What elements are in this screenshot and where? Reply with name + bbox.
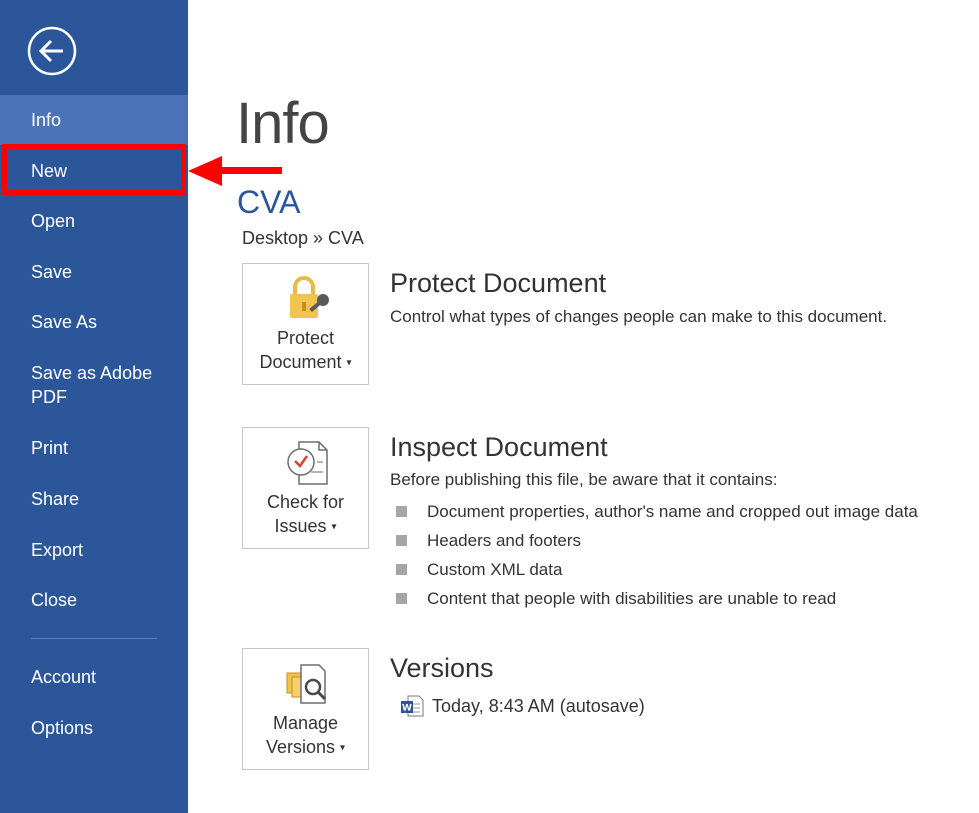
annotation-highlight-box bbox=[2, 144, 186, 195]
list-item: Document properties, author's name and c… bbox=[396, 497, 918, 526]
list-item: Headers and footers bbox=[396, 526, 918, 555]
inspect-label-line1: Check for bbox=[266, 492, 345, 512]
nav-options-label: Options bbox=[31, 718, 94, 738]
version-entry[interactable]: W Today, 8:43 AM (autosave) bbox=[400, 694, 645, 718]
nav-export[interactable]: Export bbox=[0, 525, 188, 575]
versions-label-line2-text: Versions bbox=[265, 737, 335, 757]
nav-print[interactable]: Print bbox=[0, 423, 188, 473]
document-name: CVA bbox=[237, 184, 301, 220]
list-item: Custom XML data bbox=[396, 555, 918, 584]
backstage-sidebar: Info New Open Save Save As Save as Adobe… bbox=[0, 0, 188, 813]
nav-options[interactable]: Options bbox=[0, 703, 188, 753]
versions-label-line1: Manage bbox=[272, 713, 339, 733]
caret-down-icon: ▾ bbox=[346, 357, 352, 369]
nav-save-label: Save bbox=[31, 262, 73, 282]
nav-save-as-adobe-pdf-label: Save as Adobe PDF bbox=[31, 363, 153, 407]
nav-save-as-label: Save As bbox=[31, 312, 98, 332]
nav-account[interactable]: Account bbox=[0, 652, 188, 702]
back-arrow-circle-icon bbox=[27, 26, 77, 76]
nav-save[interactable]: Save bbox=[0, 247, 188, 297]
nav-divider bbox=[31, 638, 157, 639]
protect-document-title: Protect Document bbox=[390, 268, 607, 298]
versions-title: Versions bbox=[390, 653, 494, 683]
nav-save-as-adobe-pdf[interactable]: Save as Adobe PDF bbox=[0, 349, 188, 421]
word-document-icon: W bbox=[401, 695, 424, 717]
inspect-bullet-list: Document properties, author's name and c… bbox=[396, 497, 918, 613]
back-button[interactable] bbox=[27, 26, 77, 76]
manage-versions-icon bbox=[286, 664, 327, 704]
nav-close[interactable]: Close bbox=[0, 575, 188, 625]
nav-open[interactable]: Open bbox=[0, 196, 188, 246]
nav-export-label: Export bbox=[31, 540, 84, 560]
inspect-document-title: Inspect Document bbox=[390, 432, 608, 462]
manage-versions-button-label: Manage Versions ▾ bbox=[243, 711, 368, 760]
nav-open-label: Open bbox=[31, 211, 76, 231]
protect-document-button-label: Protect Document ▾ bbox=[243, 326, 368, 375]
nav-share[interactable]: Share bbox=[0, 474, 188, 524]
check-for-issues-button[interactable]: Check for Issues ▾ bbox=[242, 427, 369, 549]
info-pane: Info CVA Desktop » CVA Protect Document … bbox=[236, 0, 979, 813]
manage-versions-button[interactable]: Manage Versions ▾ bbox=[242, 648, 369, 770]
nav-info-label: Info bbox=[31, 110, 62, 130]
versions-label-line2: Versions ▾ bbox=[243, 735, 368, 760]
nav-save-as[interactable]: Save As bbox=[0, 297, 188, 347]
inspect-label-line2: Issues ▾ bbox=[243, 514, 368, 539]
lock-key-icon bbox=[290, 276, 329, 318]
svg-text:W: W bbox=[402, 704, 412, 714]
protect-document-description: Control what types of changes people can… bbox=[390, 307, 888, 326]
protect-label-line1: Protect bbox=[276, 328, 335, 348]
nav-print-label: Print bbox=[31, 438, 69, 458]
nav-info[interactable]: Info bbox=[0, 95, 188, 145]
list-item: Content that people with disabilities ar… bbox=[396, 584, 918, 613]
nav-account-label: Account bbox=[31, 667, 97, 687]
version-entry-label: Today, 8:43 AM (autosave) bbox=[432, 695, 645, 716]
check-document-icon bbox=[287, 441, 328, 485]
inspect-document-description: Before publishing this file, be aware th… bbox=[390, 470, 778, 489]
inspect-label-line2-text: Issues bbox=[274, 516, 327, 536]
page-title: Info bbox=[236, 91, 330, 156]
caret-down-icon: ▾ bbox=[331, 521, 337, 533]
protect-document-button[interactable]: Protect Document ▾ bbox=[242, 263, 369, 385]
protect-label-line2: Document ▾ bbox=[243, 350, 368, 375]
check-for-issues-button-label: Check for Issues ▾ bbox=[243, 490, 368, 539]
document-path: Desktop » CVA bbox=[242, 228, 364, 248]
nav-close-label: Close bbox=[31, 590, 78, 610]
nav-share-label: Share bbox=[31, 489, 80, 509]
caret-down-icon: ▾ bbox=[340, 742, 346, 754]
protect-label-line2-text: Document bbox=[259, 352, 342, 372]
